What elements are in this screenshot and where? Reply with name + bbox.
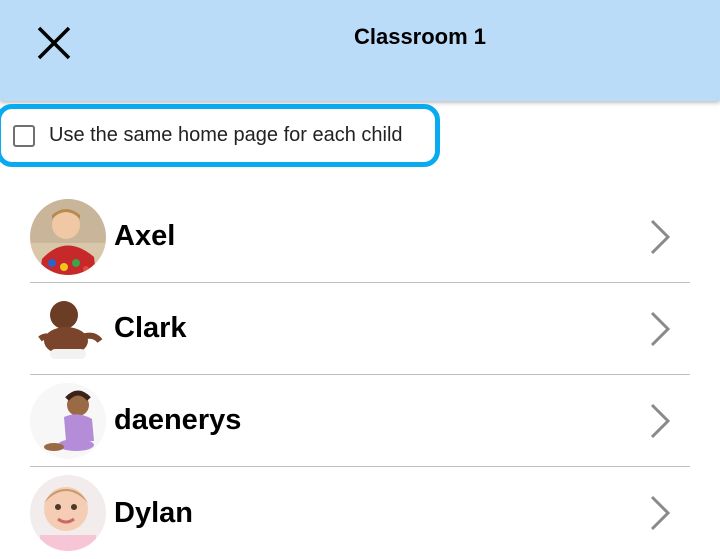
child-row-axel[interactable]: Axel [30,191,690,283]
child-row-dylan[interactable]: Dylan [30,467,690,559]
page-title: Classroom 1 [353,24,487,49]
avatar [30,198,106,275]
close-icon [37,26,71,60]
chevron-right-icon [650,403,671,438]
avatar [30,290,106,367]
same-home-page-checkbox[interactable] [13,124,35,147]
child-name: Dylan [114,496,193,529]
child-name: Axel [114,220,176,252]
chevron-right-icon [650,495,671,531]
child-row-daenerys[interactable]: daenerys [30,375,690,467]
same-home-page-label: Use the same home page for each child [49,124,403,146]
avatar [30,475,106,551]
child-row-clark[interactable]: Clark [30,283,690,375]
close-button[interactable] [26,18,82,68]
child-name: Clark [114,312,187,344]
chevron-right-icon [650,311,671,346]
chevron-right-icon [650,219,671,254]
same-home-page-option[interactable]: Use the same home page for each child [0,104,440,167]
avatar [30,382,106,459]
children-list: Axel Clark daenerys Dylan [30,191,690,559]
app-header: Classroom 1 [0,0,720,101]
child-name: daenerys [114,404,242,436]
